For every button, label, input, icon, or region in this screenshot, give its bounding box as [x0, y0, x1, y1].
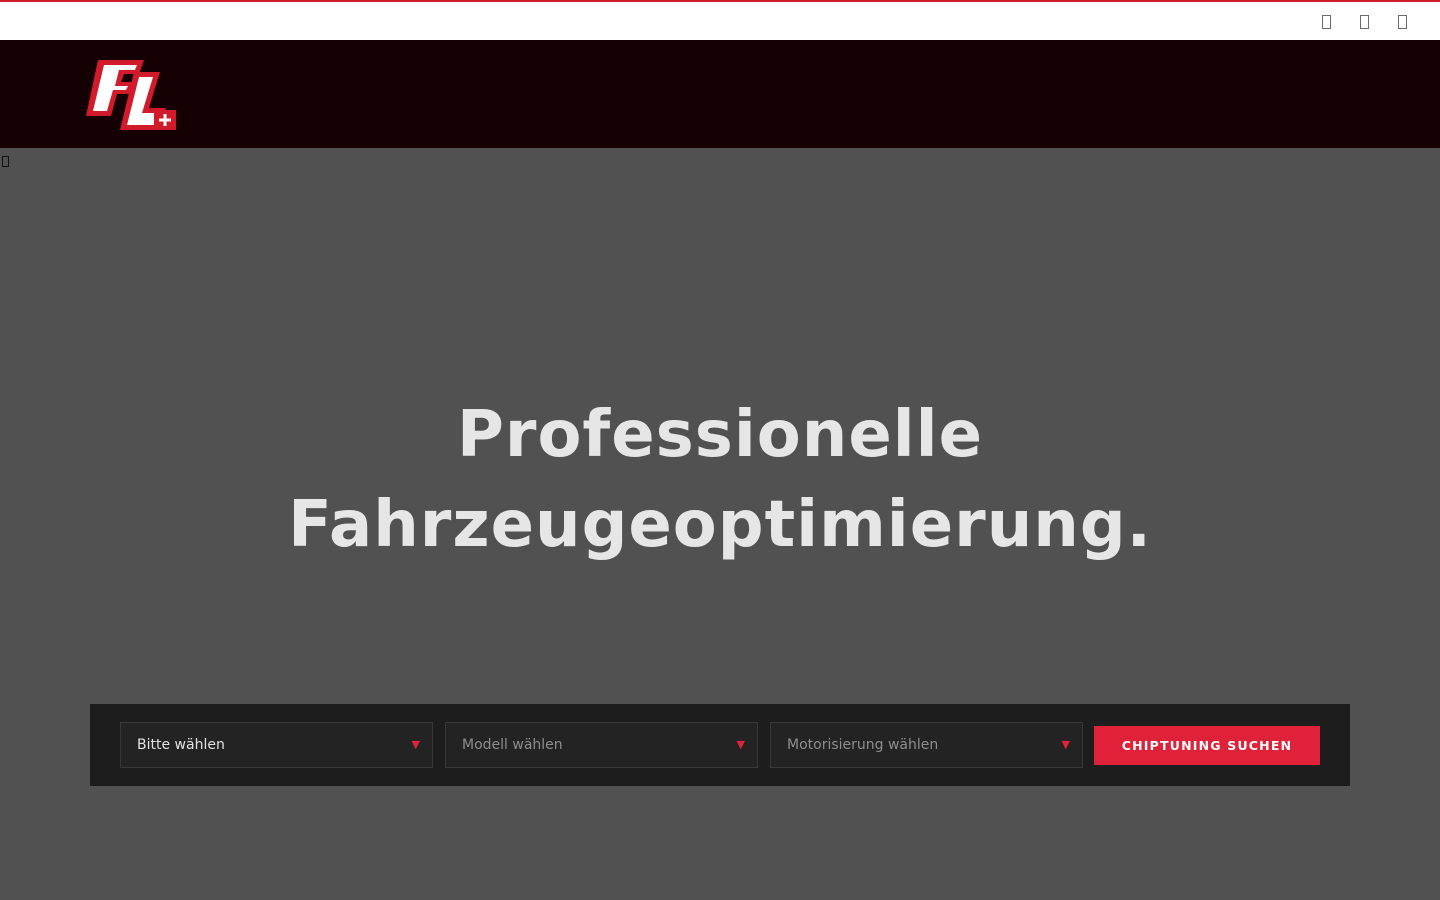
brand-select-value: Bitte wählen [137, 737, 225, 753]
hero-headline-line1: Professionelle [456, 398, 984, 472]
hero-headline-line2: Fahrzeugeoptimierung. [288, 488, 1152, 562]
slider-toggle-icon[interactable] [1, 155, 10, 168]
chevron-down-icon: ▼ [736, 738, 745, 751]
brand-select[interactable]: Bitte wählen ▼ [120, 722, 433, 768]
model-select-value: Modell wählen [462, 737, 563, 753]
phone-icon[interactable] [1318, 12, 1334, 32]
top-bar-icons [1318, 12, 1410, 32]
model-select[interactable]: Modell wählen ▼ [445, 722, 758, 768]
site-header [0, 40, 1440, 148]
chevron-down-icon: ▼ [411, 738, 420, 751]
engine-select-value: Motorisierung wählen [787, 737, 939, 753]
location-icon[interactable] [1394, 12, 1410, 32]
chiptuning-search-button[interactable]: CHIPTUNING SUCHEN [1094, 726, 1320, 765]
hero-headline: Professionelle Fahrzeugeoptimierung. [0, 390, 1440, 570]
vehicle-search-panel: Bitte wählen ▼ Modell wählen ▼ Motorisie… [90, 704, 1350, 786]
fl-logo[interactable] [86, 58, 178, 132]
engine-select[interactable]: Motorisierung wählen ▼ [770, 722, 1083, 768]
chevron-down-icon: ▼ [1061, 738, 1070, 751]
mail-icon[interactable] [1356, 12, 1372, 32]
top-bar [0, 0, 1440, 40]
